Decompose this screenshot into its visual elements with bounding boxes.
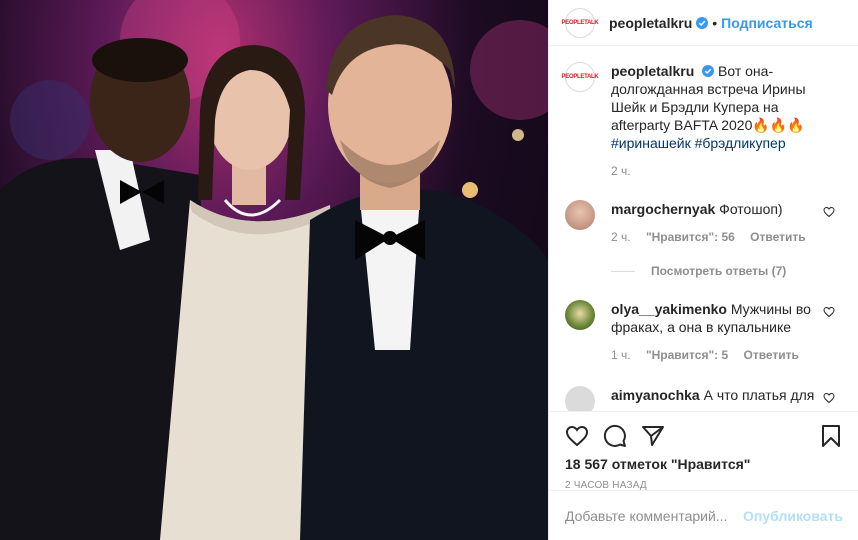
comment-avatar[interactable] [565,300,595,330]
comment-body: aimyanochka А что платья для [611,386,821,411]
comment-body: olya__yakimenko Мужчины во фраках, а она… [611,300,821,364]
account-name[interactable]: peopletalkru [609,15,692,31]
separator-dot: • [712,14,718,31]
comment-item: margochernyak Фотошоп) 2 ч. "Нравится": … [565,200,843,246]
replies-divider [611,270,635,272]
reply-button[interactable]: Ответить [743,348,798,362]
caption-avatar[interactable]: PEOPLETALK [562,62,599,92]
comment-body: margochernyak Фотошоп) 2 ч. "Нравится": … [611,200,821,246]
comment-avatar[interactable] [565,386,595,411]
comment-likes[interactable]: "Нравится": 5 [646,348,728,362]
comment-username[interactable]: margochernyak [611,201,715,217]
action-icons [549,412,858,450]
photo-illustration [0,0,548,540]
comments-section[interactable]: PEOPLETALK peopletalkru Вот она-долгожда… [549,46,858,411]
verified-icon [702,65,715,77]
post-caption: PEOPLETALK peopletalkru Вот она-долгожда… [562,62,843,152]
comment-item: aimyanochka А что платья для [565,386,843,411]
comment-time: 1 ч. [611,348,631,362]
caption-time: 2 ч. [611,164,631,178]
bookmark-icon[interactable] [819,424,843,448]
caption-username[interactable]: peopletalkru [611,63,694,79]
post-actions: 18 567 отметок "Нравится" 2 ЧАСОВ НАЗАД … [549,411,858,540]
likes-count[interactable]: 18 567 отметок "Нравится" [549,450,858,472]
follow-button[interactable]: Подписаться [721,15,813,31]
view-replies-label: Посмотреть ответы (7) [651,264,787,278]
comment-meta: 2 ч. "Нравится": 56 Ответить [611,228,821,246]
comment-text: Фотошоп) [719,201,783,217]
comment-likes[interactable]: "Нравится": 56 [646,230,735,244]
heart-icon[interactable] [565,424,589,448]
comment-avatar[interactable] [565,200,595,230]
view-replies-button[interactable]: Посмотреть ответы (7) [611,264,843,278]
comment-item: olya__yakimenko Мужчины во фраках, а она… [565,300,843,364]
small-heart-icon[interactable] [823,306,835,318]
publish-button[interactable]: Опубликовать [743,508,843,524]
reply-button[interactable]: Ответить [750,230,805,244]
posted-time: 2 ЧАСОВ НАЗАД [565,480,647,491]
small-heart-icon[interactable] [823,392,835,404]
comment-meta: 1 ч. "Нравится": 5 Ответить [611,346,821,364]
account-logo: PEOPLETALK [561,19,599,26]
caption-hashtags[interactable]: #иринашейк #брэдликупер [611,135,786,151]
comment-input[interactable]: Добавьте комментарий... [565,508,743,524]
comment-username[interactable]: aimyanochka [611,387,700,403]
verified-icon [696,16,709,29]
account-avatar[interactable]: PEOPLETALK [562,7,599,38]
share-icon[interactable] [641,424,665,448]
add-comment-bar: Добавьте комментарий... Опубликовать [549,490,858,540]
instagram-post: PEOPLETALK peopletalkru • Подписаться PE… [0,0,858,540]
comment-username[interactable]: olya__yakimenko [611,301,727,317]
comment-time: 2 ч. [611,230,631,244]
caption-text-block: peopletalkru Вот она-долгожданная встреч… [611,62,841,152]
caption-avatar-logo: PEOPLETALK [561,74,599,80]
post-header: PEOPLETALK peopletalkru • Подписаться [549,0,858,46]
post-side-panel: PEOPLETALK peopletalkru • Подписаться PE… [548,0,858,540]
post-photo[interactable] [0,0,548,540]
comment-icon[interactable] [603,424,627,448]
comment-text: А что платья для [703,387,815,403]
small-heart-icon[interactable] [823,206,835,218]
